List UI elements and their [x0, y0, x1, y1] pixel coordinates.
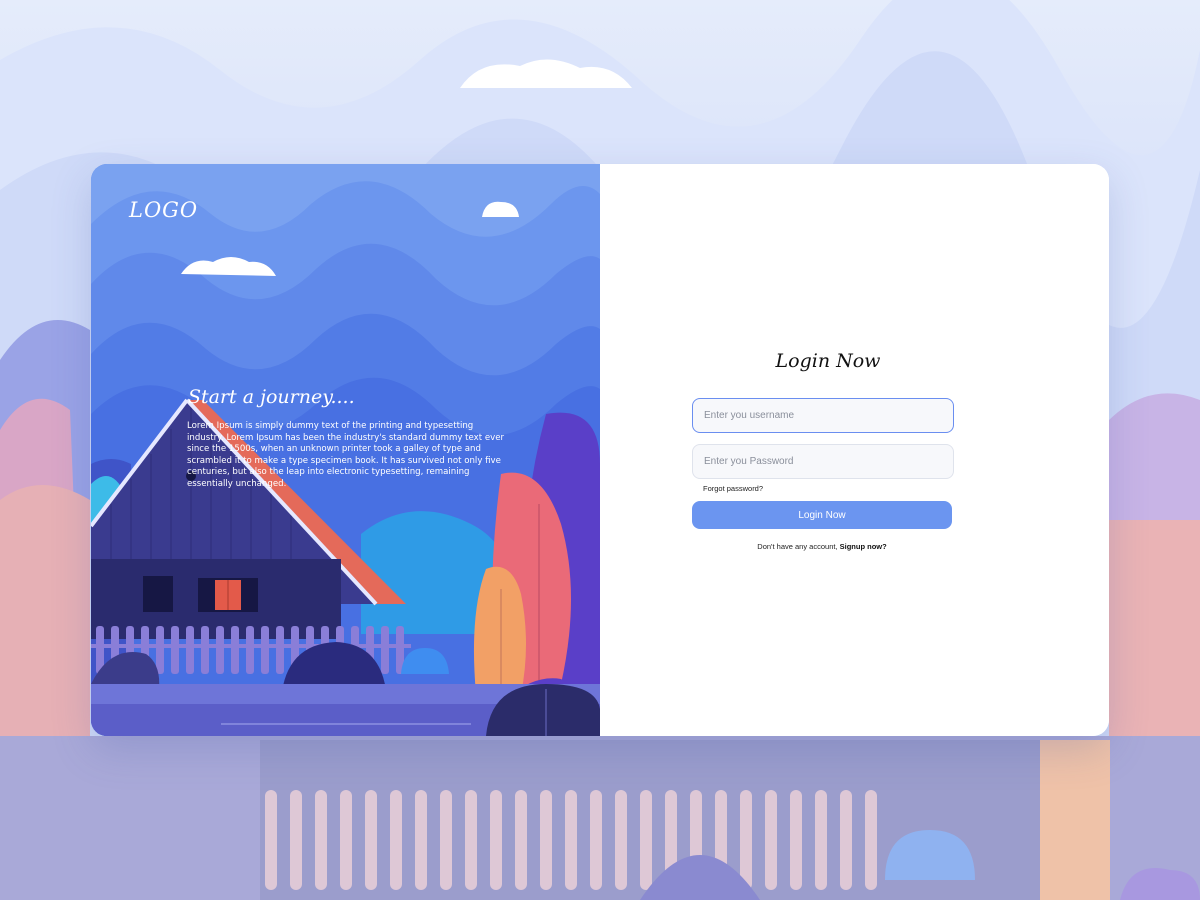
- login-title: Login Now: [775, 350, 881, 372]
- signup-link[interactable]: Signup now?: [840, 542, 887, 551]
- login-form-panel: Login Now Forgot password? Login Now Don…: [600, 164, 1109, 736]
- password-input[interactable]: [692, 444, 954, 479]
- username-input[interactable]: [692, 398, 954, 433]
- page-background: LOGO Start a journey.... Lorem Ipsum is …: [0, 0, 1200, 900]
- signup-prompt-text: Don't have any account,: [757, 542, 838, 551]
- hero-title: Start a journey....: [188, 386, 355, 408]
- logo[interactable]: LOGO: [129, 198, 198, 222]
- login-card: LOGO Start a journey.... Lorem Ipsum is …: [91, 164, 1109, 736]
- forgot-password-link[interactable]: Forgot password?: [703, 484, 763, 493]
- signup-prompt: Don't have any account, Signup now?: [692, 542, 952, 551]
- login-button[interactable]: Login Now: [692, 501, 952, 529]
- hero-illustration-panel: LOGO Start a journey.... Lorem Ipsum is …: [91, 164, 600, 736]
- hero-description: Lorem Ipsum is simply dummy text of the …: [187, 421, 505, 489]
